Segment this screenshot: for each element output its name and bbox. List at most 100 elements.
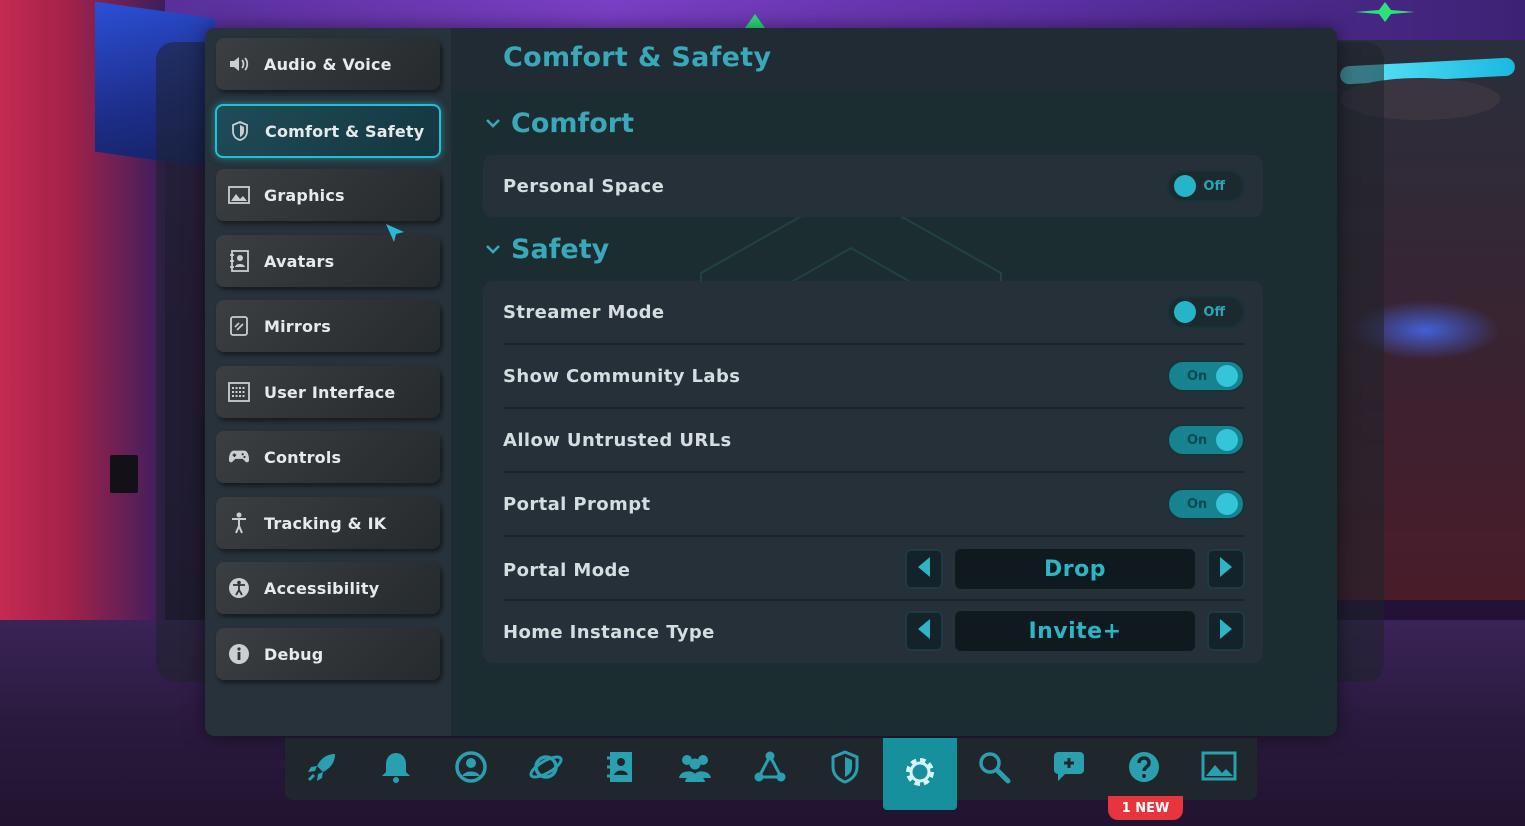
content-header: Comfort & Safety (451, 28, 1337, 92)
toggle-knob (1216, 493, 1238, 515)
comfort-section-title: Comfort (511, 108, 635, 139)
sidebar-item-label: Avatars (264, 251, 335, 271)
sidebar-item-label: Controls (264, 447, 342, 467)
chat-plus-icon (1051, 750, 1087, 788)
home-instance-value: Invite+ (955, 611, 1195, 651)
home-instance-next-button[interactable] (1207, 611, 1245, 651)
sidebar-item-user-interface[interactable]: User Interface (216, 366, 440, 418)
toggle-knob (1216, 429, 1238, 451)
scene-speaker (110, 455, 138, 493)
toggle-state: On (1187, 497, 1208, 512)
streamer-mode-toggle[interactable]: Off (1167, 296, 1245, 328)
sidebar-item-label: Mirrors (264, 316, 331, 336)
sidebar-item-audio-voice[interactable]: Audio & Voice (216, 38, 440, 90)
toggle-knob (1216, 365, 1238, 387)
sidebar-item-accessibility[interactable]: Accessibility (216, 562, 440, 614)
safety-section-header[interactable]: Safety (485, 234, 609, 265)
person-icon (228, 512, 250, 534)
home-instance-prev-button[interactable] (905, 611, 943, 651)
sidebar-item-tracking-ik[interactable]: Tracking & IK (216, 497, 440, 549)
profile-button[interactable] (434, 738, 508, 800)
home-instance-label: Home Instance Type (503, 621, 715, 643)
toggle-state: Off (1203, 179, 1225, 194)
comfort-section-header[interactable]: Comfort (485, 108, 634, 139)
portal-mode-value: Drop (955, 549, 1195, 589)
personal-space-toggle[interactable]: Off (1167, 170, 1245, 202)
sidebar-item-label: Tracking & IK (264, 513, 387, 533)
sidebar-item-label: Comfort & Safety (265, 121, 425, 141)
shield-icon (830, 750, 860, 788)
untrusted-urls-label: Allow Untrusted URLs (503, 429, 732, 451)
sidebar-item-label: Debug (264, 644, 324, 664)
untrusted-urls-toggle[interactable]: On (1167, 424, 1245, 456)
community-labs-row: Show Community Labs On (503, 345, 1245, 407)
planet-icon (528, 750, 564, 788)
portal-mode-row: Portal Mode Drop (503, 539, 1245, 601)
row-divider (503, 535, 1245, 537)
accessibility-icon (228, 577, 250, 599)
home-instance-row: Home Instance Type Invite+ (503, 601, 1245, 663)
sidebar-item-label: User Interface (264, 382, 396, 402)
profile-icon (454, 750, 488, 788)
personal-space-row: Personal Space Off (503, 155, 1245, 217)
settings-panel: Audio & Voice Comfort & Safety Graphics … (205, 28, 1337, 736)
avatars-button[interactable] (583, 738, 657, 800)
search-button[interactable] (957, 738, 1031, 800)
safety-settings-group: Streamer Mode Off Show Community Labs On… (483, 281, 1263, 663)
worlds-button[interactable] (509, 738, 583, 800)
notifications-button[interactable] (359, 738, 433, 800)
sidebar-item-mirrors[interactable]: Mirrors (216, 300, 440, 352)
sidebar-item-debug[interactable]: Debug (216, 628, 440, 680)
streamer-mode-label: Streamer Mode (503, 301, 665, 323)
arrow-right-icon (1219, 556, 1233, 582)
streamer-mode-row: Streamer Mode Off (503, 281, 1245, 343)
gamepad-icon (228, 446, 250, 468)
chevron-down-icon (485, 114, 501, 133)
sidebar-item-controls[interactable]: Controls (216, 431, 440, 483)
network-icon (753, 750, 787, 788)
help-button[interactable] (1107, 738, 1181, 800)
groups-button[interactable] (733, 738, 807, 800)
portal-mode-prev-button[interactable] (905, 549, 943, 589)
speaker-icon (228, 53, 250, 75)
gallery-icon (1201, 751, 1237, 787)
keyboard-icon (228, 381, 250, 403)
sidebar-item-label: Graphics (264, 185, 345, 205)
untrusted-urls-row: Allow Untrusted URLs On (503, 409, 1245, 471)
portal-mode-next-button[interactable] (1207, 549, 1245, 589)
toggle-knob (1174, 175, 1196, 197)
sidebar-item-graphics[interactable]: Graphics (216, 169, 440, 221)
portal-mode-selector: Drop (905, 549, 1245, 591)
mouse-cursor-icon (386, 224, 404, 242)
search-icon (977, 750, 1011, 788)
home-instance-selector: Invite+ (905, 611, 1245, 653)
chevron-down-icon (485, 240, 501, 259)
settings-button[interactable] (883, 738, 957, 810)
sidebar-item-label: Accessibility (264, 578, 380, 598)
portal-prompt-row: Portal Prompt On (503, 473, 1245, 535)
safety-button[interactable] (808, 738, 882, 800)
safety-section-title: Safety (511, 234, 610, 265)
info-icon (228, 643, 250, 665)
avatars-icon (605, 750, 635, 788)
portal-prompt-toggle[interactable]: On (1167, 488, 1245, 520)
launchpad-button[interactable] (285, 738, 359, 800)
community-labs-toggle[interactable]: On (1167, 360, 1245, 392)
toggle-knob (1174, 301, 1196, 323)
arrow-left-icon (917, 556, 931, 582)
quick-menu-bar (285, 738, 1257, 810)
chat-button[interactable] (1032, 738, 1106, 800)
gallery-button[interactable] (1182, 738, 1256, 800)
mirror-icon (228, 315, 250, 337)
gear-icon (902, 754, 938, 794)
sidebar-item-comfort-safety[interactable]: Comfort & Safety (215, 104, 441, 158)
avatar-book-icon (228, 250, 250, 272)
social-button[interactable] (658, 738, 732, 800)
help-new-badge: 1 NEW (1108, 796, 1183, 820)
image-icon (228, 184, 250, 206)
settings-content: Comfort & Safety Comfort Personal Space … (451, 28, 1337, 736)
portal-mode-label: Portal Mode (503, 559, 631, 581)
toggle-state: Off (1203, 305, 1225, 320)
help-icon (1127, 750, 1161, 788)
sidebar-item-avatars[interactable]: Avatars (216, 235, 440, 287)
